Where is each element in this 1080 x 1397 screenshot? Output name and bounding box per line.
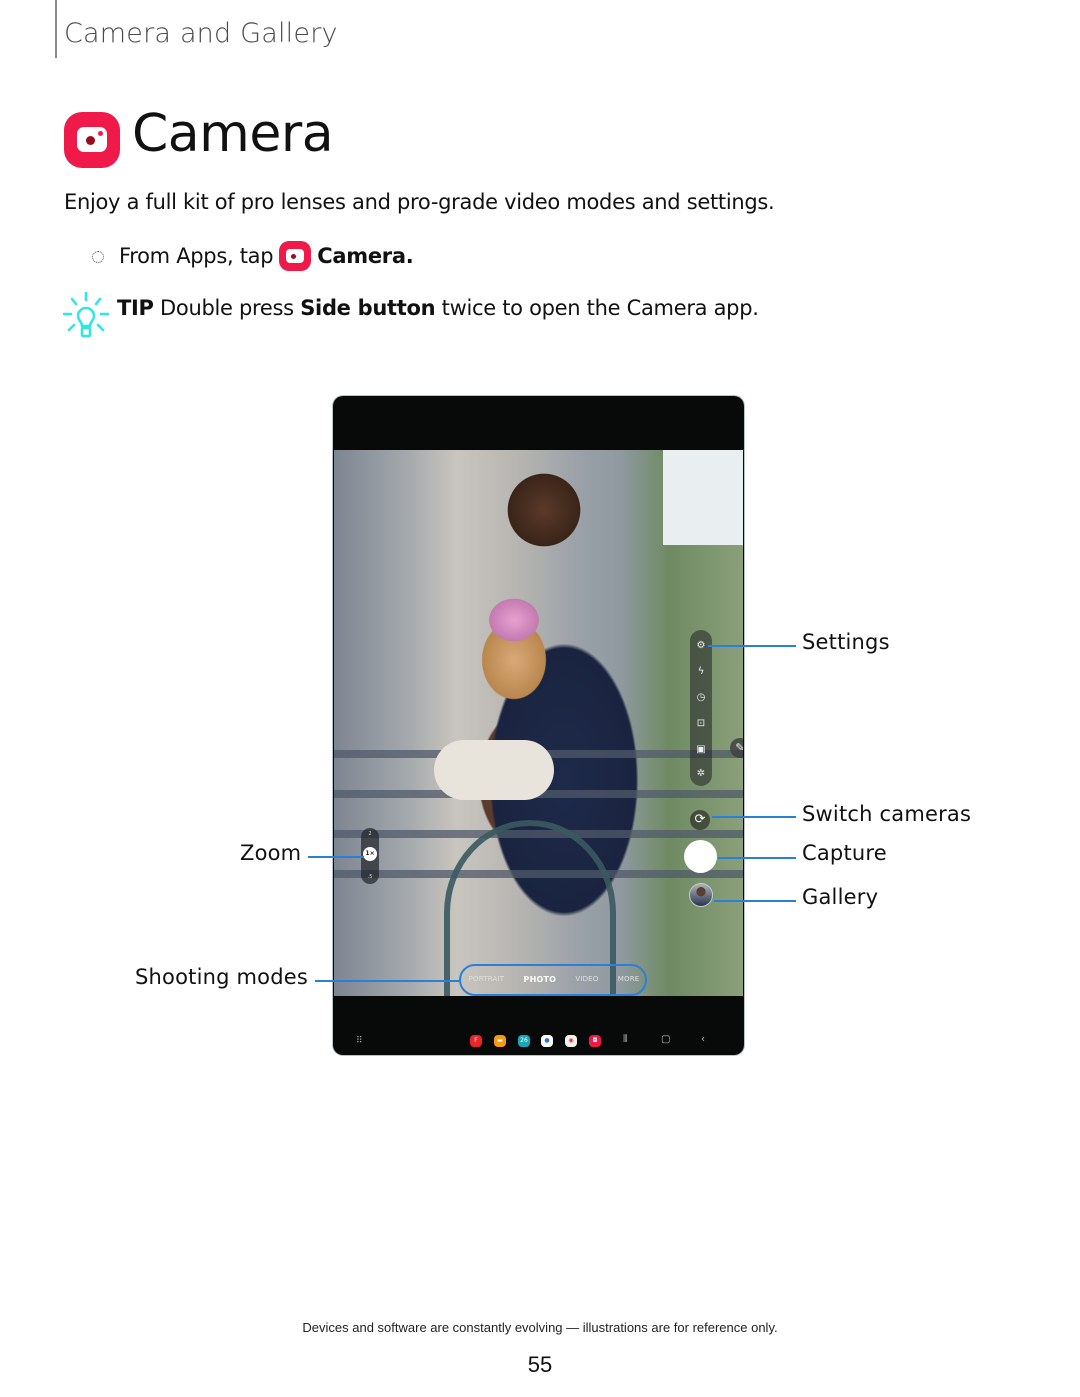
zoom-level-2[interactable]: 2 bbox=[361, 831, 379, 837]
capture-button[interactable] bbox=[684, 840, 717, 873]
camera-viewfinder: ⚙ ϟ ◷ ⊡ ▣ ✲ ✎ ⟳ 2 1× .5 PORTRAIT PHOTO V… bbox=[334, 450, 743, 996]
switch-cameras-callout: Switch cameras bbox=[802, 802, 972, 826]
step-instruction: From Apps, tap Camera. bbox=[119, 241, 414, 271]
timer-icon[interactable]: ◷ bbox=[690, 692, 712, 704]
tip-label: TIP bbox=[117, 296, 154, 320]
device-screenshot: ⚙ ϟ ◷ ⊡ ▣ ✲ ✎ ⟳ 2 1× .5 PORTRAIT PHOTO V… bbox=[333, 396, 744, 1055]
intro-text: Enjoy a full kit of pro lenses and pro-g… bbox=[64, 190, 775, 214]
lightbulb-icon bbox=[63, 292, 109, 338]
messages-app-icon[interactable]: ● bbox=[541, 1035, 553, 1047]
tip-bold: Side button bbox=[300, 296, 436, 320]
zoom-level-0-5[interactable]: .5 bbox=[361, 874, 379, 880]
capture-callout-line bbox=[718, 857, 796, 859]
effects-icon[interactable]: ✲ bbox=[690, 768, 712, 780]
gallery-callout-line bbox=[714, 900, 796, 902]
recents-icon[interactable]: ⦀ bbox=[623, 1034, 627, 1045]
aspect-ratio-icon[interactable]: ⊡ bbox=[690, 718, 712, 730]
pen-icon[interactable]: ✎ bbox=[730, 738, 743, 758]
bullet-icon bbox=[92, 251, 104, 263]
tip-text-before: Double press bbox=[160, 296, 294, 320]
calendar-app-icon[interactable]: 26 bbox=[518, 1035, 530, 1047]
capture-callout: Capture bbox=[802, 841, 887, 865]
switch-cameras-callout-line bbox=[712, 816, 796, 818]
flipboard-app-icon[interactable]: F bbox=[470, 1035, 482, 1047]
header-rule bbox=[55, 0, 57, 58]
gallery-callout: Gallery bbox=[802, 885, 879, 909]
taskbar: ⠿ F ▬ 26 ● ◉ ◘ ⦀ ▢ ‹ bbox=[333, 1032, 744, 1052]
camera-app-icon bbox=[64, 112, 120, 168]
step-prefix: From Apps, tap bbox=[119, 244, 274, 268]
zoom-callout-line bbox=[308, 856, 364, 858]
home-icon[interactable]: ▢ bbox=[661, 1034, 670, 1045]
flash-off-icon[interactable]: ϟ bbox=[690, 666, 712, 678]
zoom-level-1x[interactable]: 1× bbox=[363, 847, 377, 861]
tip-text: TIP Double press Side button twice to op… bbox=[117, 296, 759, 320]
section-title: Camera and Gallery bbox=[64, 18, 338, 49]
motion-photo-icon[interactable]: ▣ bbox=[690, 744, 712, 756]
shooting-modes-highlight bbox=[459, 964, 647, 996]
camera-side-toolbar: ⚙ ϟ ◷ ⊡ ▣ ✲ bbox=[690, 630, 712, 786]
step-app-name: Camera bbox=[317, 244, 406, 268]
apps-grid-icon[interactable]: ⠿ bbox=[356, 1036, 363, 1046]
page-number: 55 bbox=[527, 1352, 553, 1377]
disclaimer: Devices and software are constantly evol… bbox=[302, 1320, 778, 1335]
switch-cameras-button[interactable]: ⟳ bbox=[690, 810, 710, 830]
viewfinder-subject bbox=[434, 740, 554, 800]
page-title: Camera bbox=[132, 104, 334, 164]
gallery-thumbnail[interactable] bbox=[690, 884, 712, 906]
camera-dock-app-icon[interactable]: ◘ bbox=[589, 1035, 601, 1047]
back-icon[interactable]: ‹ bbox=[701, 1034, 705, 1045]
camera-app-icon bbox=[279, 241, 312, 271]
settings-callout-line bbox=[708, 645, 796, 647]
step-suffix: . bbox=[405, 244, 414, 268]
shooting-modes-callout: Shooting modes bbox=[135, 965, 309, 989]
shooting-modes-callout-line bbox=[315, 980, 461, 982]
chrome-app-icon[interactable]: ◉ bbox=[565, 1035, 577, 1047]
settings-callout: Settings bbox=[802, 630, 890, 654]
zoom-callout: Zoom bbox=[240, 841, 302, 865]
tip-text-after: twice to open the Camera app. bbox=[441, 296, 759, 320]
viewfinder-sky bbox=[663, 450, 743, 545]
my-files-app-icon[interactable]: ▬ bbox=[494, 1035, 506, 1047]
